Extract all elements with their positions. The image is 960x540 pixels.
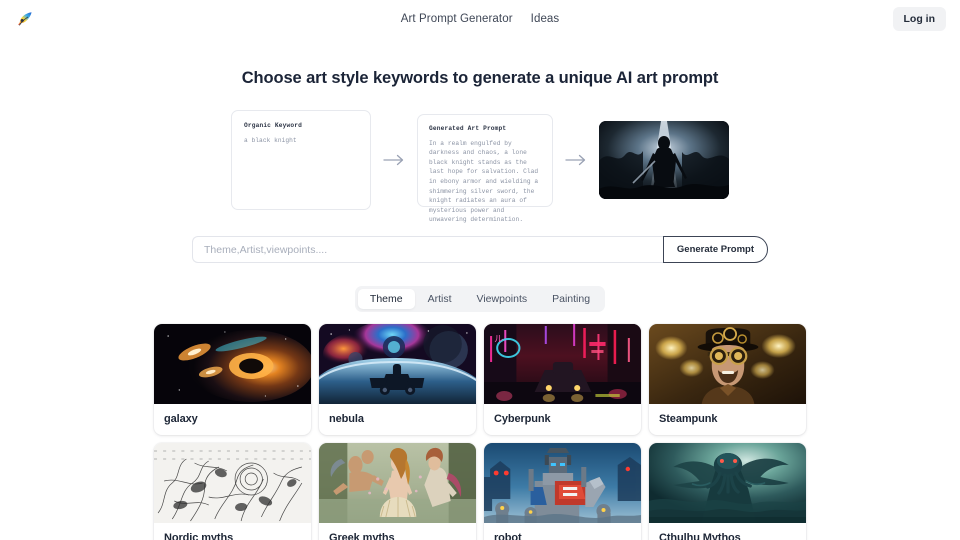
generate-prompt-button[interactable]: Generate Prompt (662, 236, 768, 263)
keyword-card-grid: galaxy nebula ル Cyberpunk Steampunk Nord… (154, 324, 806, 540)
card-title-nordic-myths: Nordic myths (164, 532, 234, 540)
card-thumbnail-galaxy (154, 324, 311, 404)
card-thumbnail-cyberpunk: ル (484, 324, 641, 404)
card-title-cthulhu-mythos: Cthulhu Mythos (659, 532, 741, 540)
quill-feather-icon[interactable] (14, 8, 36, 30)
generated-art-prompt-card: Generated Art Prompt In a realm engulfed… (417, 113, 553, 223)
card-title-greek-myths: Greek myths (329, 532, 395, 540)
keyword-card-robot[interactable]: robot (484, 443, 641, 540)
keyword-card-galaxy[interactable]: galaxy (154, 324, 311, 435)
category-tabs: Theme Artist Viewpoints Painting (354, 286, 606, 312)
tab-artist[interactable]: Artist (416, 289, 464, 309)
card-thumbnail-robot (484, 443, 641, 523)
card-thumbnail-cthulhu-mythos (649, 443, 806, 523)
tab-painting[interactable]: Painting (540, 289, 602, 309)
keyword-card-cthulhu-mythos[interactable]: Cthulhu Mythos (649, 443, 806, 540)
generated-image-preview (599, 121, 729, 199)
card-title-steampunk: Steampunk (659, 413, 718, 425)
organic-keyword-card: Organic Keyword a black knight (231, 110, 371, 210)
card-title-galaxy: galaxy (164, 413, 198, 425)
generated-art-prompt-label: Generated Art Prompt (429, 124, 507, 132)
arrow-right-icon-2 (553, 154, 599, 166)
search-bar: Generate Prompt (192, 236, 768, 263)
card-thumbnail-nordic-myths (154, 443, 311, 523)
card-thumbnail-greek-myths (319, 443, 476, 523)
nav-item-art-prompt-generator[interactable]: Art Prompt Generator (401, 13, 513, 25)
main-nav: Art Prompt Generator Ideas (401, 13, 560, 25)
nav-item-ideas[interactable]: Ideas (531, 13, 560, 25)
tab-theme[interactable]: Theme (357, 289, 415, 309)
search-row: Generate Prompt (0, 236, 960, 263)
keyword-card-steampunk[interactable]: Steampunk (649, 324, 806, 435)
site-header: Art Prompt Generator Ideas Log in (0, 0, 960, 37)
keyword-card-nebula[interactable]: nebula (319, 324, 476, 435)
arrow-right-icon (371, 154, 417, 166)
tab-viewpoints[interactable]: Viewpoints (465, 289, 540, 309)
card-title-robot: robot (494, 532, 522, 540)
search-input[interactable] (192, 236, 663, 263)
tabs-row: Theme Artist Viewpoints Painting (0, 286, 960, 312)
keyword-card-nordic-myths[interactable]: Nordic myths (154, 443, 311, 540)
card-title-nebula: nebula (329, 413, 364, 425)
organic-keyword-text: a black knight (244, 137, 297, 145)
card-title-cyberpunk: Cyberpunk (494, 413, 551, 425)
generated-art-prompt-text: In a realm engulfed by darkness and chao… (429, 139, 539, 224)
svg-text:ル: ル (494, 334, 503, 345)
login-button[interactable]: Log in (892, 7, 946, 31)
page-title: Choose art style keywords to generate a … (241, 69, 719, 87)
keyword-card-greek-myths[interactable]: Greek myths (319, 443, 476, 540)
card-thumbnail-nebula (319, 324, 476, 404)
organic-keyword-label: Organic Keyword (244, 122, 302, 129)
card-thumbnail-steampunk (649, 324, 806, 404)
flow-diagram: Organic Keyword a black knight Generated… (0, 110, 960, 223)
keyword-card-cyberpunk[interactable]: ル Cyberpunk (484, 324, 641, 435)
